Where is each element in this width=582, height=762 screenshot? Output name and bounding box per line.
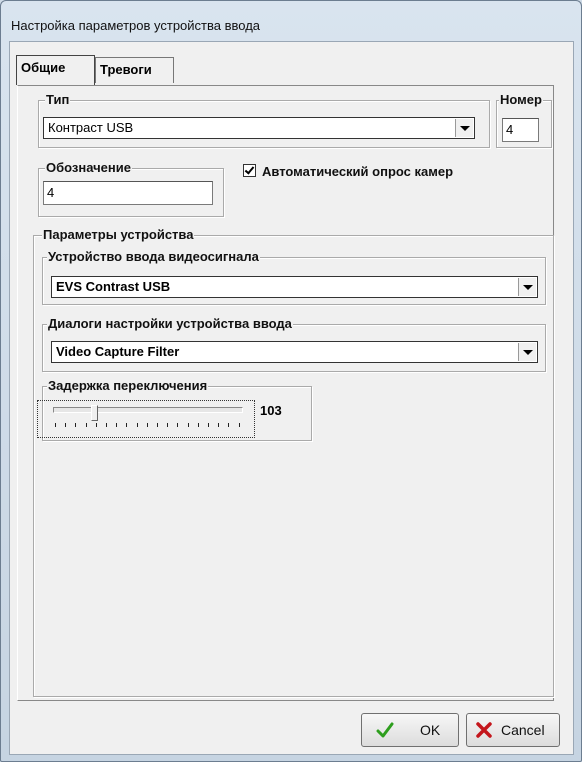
- tab-general-label: Общие: [21, 60, 66, 75]
- cancel-button[interactable]: Cancel: [466, 713, 560, 747]
- auto-poll-label: Автоматический опрос камер: [262, 164, 454, 179]
- slider-tick: [55, 423, 56, 427]
- slider-tick: [126, 423, 128, 427]
- slider-tick: [95, 423, 97, 427]
- slider-tick: [197, 423, 199, 427]
- slider-tick: [238, 423, 240, 427]
- slider-tick: [136, 423, 138, 427]
- ok-button-label: OK: [420, 722, 441, 738]
- device-params-label: Параметры устройства: [42, 227, 195, 243]
- tab-alarms-label: Тревоги: [100, 62, 152, 77]
- dialogs-select[interactable]: Video Capture Filter: [51, 341, 538, 363]
- type-group-label: Тип: [45, 92, 71, 108]
- slider-tick: [167, 423, 169, 427]
- cancel-button-label: Cancel: [501, 722, 545, 738]
- slider-tick: [208, 423, 209, 427]
- type-select-value: Контраст USB: [48, 120, 134, 135]
- delay-label: Задержка переключения: [47, 378, 209, 394]
- dialogs-label: Диалоги настройки устройства ввода: [47, 316, 293, 332]
- dialogs-value: Video Capture Filter: [56, 344, 180, 359]
- slider-tick: [85, 423, 87, 427]
- slider-tick: [146, 423, 148, 427]
- number-field[interactable]: 4: [502, 118, 539, 142]
- slider-tick: [106, 423, 107, 427]
- chevron-down-icon[interactable]: [455, 119, 473, 137]
- slider-track[interactable]: [53, 407, 243, 413]
- slider-tick: [75, 423, 77, 427]
- video-input-label: Устройство ввода видеосигнала: [47, 249, 260, 265]
- window-title: Настройка параметров устройства ввода: [11, 18, 261, 33]
- number-group-label: Номер: [499, 92, 543, 108]
- slider-tick: [187, 423, 189, 427]
- close-icon: [476, 722, 492, 738]
- ok-button[interactable]: OK: [361, 713, 459, 747]
- designation-field[interactable]: 4: [43, 181, 213, 205]
- slider-thumb[interactable]: [91, 405, 98, 421]
- tab-alarms[interactable]: Тревоги: [95, 57, 174, 83]
- chevron-down-icon[interactable]: [518, 343, 536, 361]
- slider-tick: [116, 423, 118, 427]
- slider-tick: [177, 423, 179, 427]
- checkbox-checked-icon[interactable]: [243, 164, 256, 177]
- tab-general[interactable]: Общие: [16, 55, 95, 85]
- type-select[interactable]: Контраст USB: [43, 117, 475, 139]
- designation-group-label: Обозначение: [45, 160, 132, 176]
- auto-poll-checkbox[interactable]: Автоматический опрос камер: [243, 164, 453, 179]
- slider-tick: [157, 423, 158, 427]
- slider-tick: [65, 423, 67, 427]
- slider-tick: [228, 423, 230, 427]
- delay-slider[interactable]: [37, 400, 255, 438]
- delay-value: 103: [260, 403, 282, 418]
- chevron-down-icon[interactable]: [518, 278, 536, 296]
- video-input-value: EVS Contrast USB: [56, 279, 171, 294]
- checkmark-icon: [376, 722, 394, 738]
- video-input-select[interactable]: EVS Contrast USB: [51, 276, 538, 298]
- slider-tick: [218, 423, 220, 427]
